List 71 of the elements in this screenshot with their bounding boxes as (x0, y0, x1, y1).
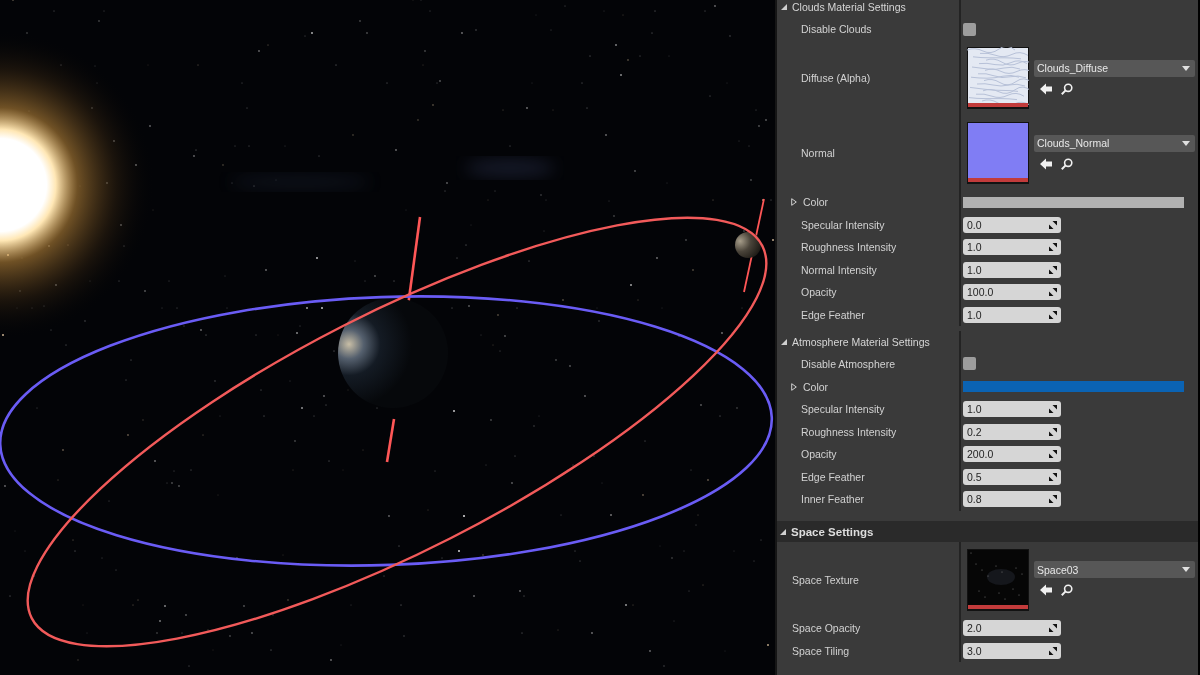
arrow-left-icon[interactable] (1040, 82, 1052, 95)
color-swatch[interactable] (963, 196, 1184, 208)
number-field[interactable]: 0.5 (963, 468, 1061, 485)
number-field[interactable]: 200.0 (963, 446, 1061, 463)
search-icon[interactable] (1061, 584, 1073, 596)
drag-arrows-icon (1049, 265, 1057, 274)
texture-thumbnail (967, 122, 1029, 184)
checkbox[interactable] (963, 357, 976, 371)
number-field[interactable]: 3.0 (963, 642, 1061, 659)
group-header[interactable]: Clouds Material Settings (777, 0, 959, 18)
group-header[interactable]: Atmosphere Material Settings (777, 330, 959, 353)
property-label: Edge Feather (801, 470, 865, 483)
property-label: Diffuse (Alpha) (801, 72, 871, 84)
texture-thumbnail (967, 548, 1029, 611)
drag-arrows-icon (1049, 624, 1057, 633)
category-header[interactable]: Space Settings (777, 521, 1198, 542)
asset-dropdown[interactable]: Clouds_Normal (1034, 134, 1195, 152)
number-field[interactable]: 2.0 (963, 620, 1061, 637)
asset-dropdown[interactable]: Clouds_Diffuse (1034, 59, 1195, 77)
property-label: Specular Intensity (801, 218, 885, 231)
search-icon[interactable] (1061, 157, 1073, 170)
property-label: Inner Feather (801, 493, 865, 506)
property-label: Space Texture (792, 573, 859, 586)
property-label: Normal (801, 147, 835, 159)
expand-arrow-icon[interactable] (791, 382, 797, 391)
number-field[interactable]: 0.8 (963, 491, 1061, 508)
property-label: Color (803, 380, 829, 393)
drag-arrows-icon (1049, 310, 1057, 319)
asset-dropdown[interactable]: Space03 (1034, 561, 1195, 578)
property-label: Space Opacity (792, 622, 861, 635)
expand-arrow-icon[interactable] (780, 528, 786, 535)
number-field[interactable]: 0.2 (963, 423, 1061, 440)
arrow-left-icon[interactable] (1040, 584, 1052, 596)
expand-arrow-icon[interactable] (781, 338, 787, 345)
caret-icon (1182, 65, 1190, 71)
color-swatch[interactable] (963, 381, 1184, 392)
arrow-left-icon[interactable] (1040, 157, 1052, 170)
number-field[interactable]: 1.0 (963, 239, 1061, 256)
moon (735, 232, 761, 258)
drag-arrows-icon (1049, 495, 1057, 504)
expand-arrow-icon[interactable] (781, 4, 787, 10)
property-label: Edge Feather (801, 308, 865, 321)
property-label: Specular Intensity (801, 403, 885, 416)
drag-arrows-icon (1049, 220, 1057, 229)
caret-icon (1182, 567, 1190, 572)
property-label: Opacity (801, 448, 837, 461)
property-label: Disable Atmosphere (801, 357, 895, 370)
number-field[interactable]: 100.0 (963, 284, 1061, 301)
drag-arrows-icon (1049, 427, 1057, 436)
checkbox[interactable] (963, 22, 976, 36)
caret-icon (1182, 140, 1190, 146)
number-field[interactable]: 1.0 (963, 261, 1061, 278)
number-field[interactable]: 1.0 (963, 401, 1061, 418)
expand-arrow-icon[interactable] (791, 198, 797, 206)
drag-arrows-icon (1049, 450, 1057, 459)
number-field[interactable]: 1.0 (963, 306, 1061, 323)
texture-thumbnail (967, 47, 1029, 109)
property-label: Opacity (801, 286, 837, 299)
drag-arrows-icon (1049, 472, 1057, 481)
drag-arrows-icon (1049, 405, 1057, 414)
property-label: Roughness Intensity (801, 425, 897, 438)
property-label: Color (803, 196, 829, 208)
drag-arrows-icon (1049, 243, 1057, 252)
property-label: Roughness Intensity (801, 241, 897, 254)
property-label: Space Tiling (792, 644, 850, 657)
number-field[interactable]: 0.0 (963, 216, 1061, 233)
drag-arrows-icon (1049, 288, 1057, 297)
drag-arrows-icon (1049, 646, 1057, 655)
property-label: Disable Clouds (801, 23, 872, 36)
property-label: Normal Intensity (801, 263, 877, 276)
search-icon[interactable] (1061, 82, 1073, 95)
